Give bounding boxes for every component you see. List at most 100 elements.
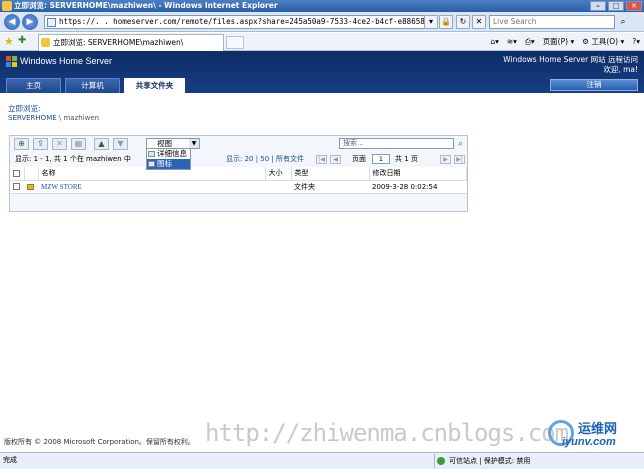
- tools-menu[interactable]: ⚙ 工具(O) ▾: [582, 35, 624, 48]
- prev-page-icon[interactable]: ◀: [330, 155, 341, 164]
- folder-icon: [27, 183, 34, 190]
- copyright-text: 版权所有 © 2008 Microsoft Corporation。保留所有权利…: [4, 438, 195, 446]
- browse-title: 立即浏览:: [8, 104, 41, 113]
- search-icon[interactable]: ⌕: [616, 15, 630, 29]
- stop-icon[interactable]: ✕: [472, 15, 486, 29]
- breadcrumb: SERVERHOME \ mazhiwen: [8, 114, 99, 122]
- live-search-input[interactable]: Live Search: [489, 15, 615, 29]
- remote-access-label: Windows Home Server 网站 远程访问: [503, 55, 638, 64]
- view-menu-item-label: 详细信息: [157, 149, 187, 158]
- feeds-icon[interactable]: ≋▾: [507, 35, 517, 48]
- windows-logo-icon: [6, 56, 18, 68]
- browser-tab-label: 立即浏览: SERVERHOME\mazhiwen\: [53, 38, 184, 47]
- page-total: 共 1 页: [395, 155, 418, 163]
- table-row[interactable]: MZW STORE 文件夹 2009-3-28 0:02:54: [10, 180, 467, 194]
- forward-button[interactable]: ▶: [22, 14, 38, 30]
- window-titlebar: 立即浏览: SERVERHOME\mazhiwen\ - Windows Int…: [0, 0, 644, 12]
- tab-shared-folders[interactable]: 共享文件夹: [124, 78, 185, 93]
- table-header-row: 名称 大小 类型 修改日期: [10, 167, 467, 181]
- first-page-icon[interactable]: |◀: [316, 155, 327, 164]
- row-icon-cell: [24, 180, 38, 194]
- tab-computers[interactable]: 计算机: [65, 78, 120, 93]
- row-name-cell: MZW STORE: [38, 180, 265, 194]
- up-folder-icon[interactable]: ▲: [94, 138, 109, 150]
- close-button[interactable]: ✕: [626, 1, 642, 11]
- next-page-icon[interactable]: ▶: [440, 155, 451, 164]
- new-folder-icon[interactable]: ⊕: [14, 138, 29, 150]
- security-zone-label: 可信站点 | 保护模式: 禁用: [449, 457, 531, 465]
- tab-page-icon: [41, 38, 50, 47]
- page-icon: [47, 18, 56, 27]
- delete-icon[interactable]: ✕: [52, 138, 67, 150]
- address-url: https://. . homeserver.com/remote/files.…: [59, 17, 436, 26]
- browser-tab[interactable]: 立即浏览: SERVERHOME\mazhiwen\: [38, 34, 224, 51]
- row-modified: 2009-3-28 0:02:54: [369, 180, 467, 194]
- download-icon[interactable]: ▦: [71, 138, 86, 150]
- address-dropdown-icon[interactable]: ▾: [424, 15, 438, 29]
- favorites-star-icon[interactable]: ★: [4, 35, 14, 48]
- icons-view-icon: [148, 161, 155, 167]
- home-icon[interactable]: ⌂▾: [490, 35, 499, 48]
- logout-button[interactable]: 注销: [550, 79, 638, 91]
- brand-en: iyunv.com: [562, 436, 616, 448]
- view-select-value: 视图: [157, 139, 172, 148]
- row-type: 文件夹: [291, 180, 369, 194]
- brand-watermark: 运维网 iyunv.com: [548, 418, 638, 454]
- icon-column-header: [24, 167, 39, 181]
- minimize-button[interactable]: –: [590, 1, 606, 11]
- file-name-link[interactable]: MZW STORE: [41, 183, 82, 191]
- page-label: 页面: [352, 155, 366, 163]
- column-size[interactable]: 大小: [265, 167, 292, 181]
- help-icon[interactable]: ?▾: [632, 35, 640, 48]
- status-text: 完成: [3, 456, 17, 464]
- whs-header: Windows Home Server Windows Home Server …: [0, 51, 644, 93]
- window-title: 立即浏览: SERVERHOME\mazhiwen\ - Windows Int…: [14, 1, 278, 10]
- blog-watermark: http://zhiwenma.cnblogs.com: [205, 419, 569, 447]
- search-icon[interactable]: ⌕: [455, 138, 466, 149]
- tab-home[interactable]: 主页: [6, 78, 61, 93]
- row-checkbox[interactable]: [13, 183, 20, 190]
- breadcrumb-root-link[interactable]: SERVERHOME: [8, 114, 57, 122]
- view-menu: 详细信息 图标: [146, 148, 191, 170]
- last-page-icon[interactable]: ▶|: [454, 155, 465, 164]
- column-modified[interactable]: 修改日期: [369, 167, 467, 181]
- details-view-icon: [148, 151, 155, 157]
- select-all-cell: [10, 167, 25, 181]
- refresh-icon[interactable]: ↻: [456, 15, 470, 29]
- folder-search-input[interactable]: 搜索...: [339, 138, 454, 149]
- print-icon[interactable]: ⎙▾: [525, 35, 535, 48]
- whs-title: Windows Home Server: [20, 56, 113, 66]
- page-menu-label: 页面(P): [542, 37, 569, 46]
- view-menu-item-icons[interactable]: 图标: [147, 159, 190, 169]
- address-bar-row: ◀ ▶ https://. . homeserver.com/remote/fi…: [0, 12, 644, 32]
- file-browser-panel: ⊕ ⇪ ✕ ▦ ▲ ▼ 视图 ▼ 详细信息 图标 搜索... ⌕ 显示: 1 -…: [9, 135, 468, 212]
- chevron-down-icon[interactable]: ▼: [189, 139, 199, 148]
- brand-cn: 运维网: [578, 421, 618, 436]
- tools-menu-label: 工具(O): [591, 37, 619, 46]
- add-favorites-icon[interactable]: ✚: [18, 35, 26, 46]
- page-number-input[interactable]: 1: [372, 154, 390, 164]
- breadcrumb-current: mazhiwen: [63, 114, 100, 122]
- page-size-links[interactable]: 显示: 20 | 50 | 所有文件: [226, 153, 304, 166]
- welcome-text: 欢迎, ma!: [603, 65, 638, 74]
- maximize-button[interactable]: □: [608, 1, 624, 11]
- pager-row: 显示: 1 - 1, 共 1 个在 mazhiwen 中 显示: 20 | 50…: [10, 153, 467, 166]
- main-content: 立即浏览: SERVERHOME \ mazhiwen ⊕ ⇪ ✕ ▦ ▲ ▼ …: [0, 94, 644, 446]
- security-zone[interactable]: 可信站点 | 保护模式: 禁用: [434, 454, 530, 468]
- trusted-zone-icon: [437, 457, 445, 465]
- upload-icon[interactable]: ⇪: [33, 138, 48, 150]
- move-down-icon[interactable]: ▼: [113, 138, 128, 150]
- items-summary: 显示: 1 - 1, 共 1 个在 mazhiwen 中: [15, 155, 131, 163]
- view-menu-item-details[interactable]: 详细信息: [147, 149, 190, 159]
- command-bar: ★ ✚ 立即浏览: SERVERHOME\mazhiwen\ ⌂▾ ≋▾ ⎙▾ …: [0, 33, 644, 51]
- view-menu-item-label: 图标: [157, 159, 172, 168]
- lock-icon[interactable]: 🔒: [439, 15, 453, 29]
- address-input[interactable]: https://. . homeserver.com/remote/files.…: [44, 15, 436, 29]
- row-select-cell: [10, 180, 24, 194]
- select-all-checkbox[interactable]: [13, 169, 20, 177]
- ie-page-icon: [2, 1, 12, 11]
- column-type[interactable]: 类型: [291, 167, 370, 181]
- back-button[interactable]: ◀: [4, 14, 20, 30]
- new-tab-button[interactable]: [226, 36, 244, 49]
- page-menu[interactable]: 页面(P) ▾: [543, 35, 575, 48]
